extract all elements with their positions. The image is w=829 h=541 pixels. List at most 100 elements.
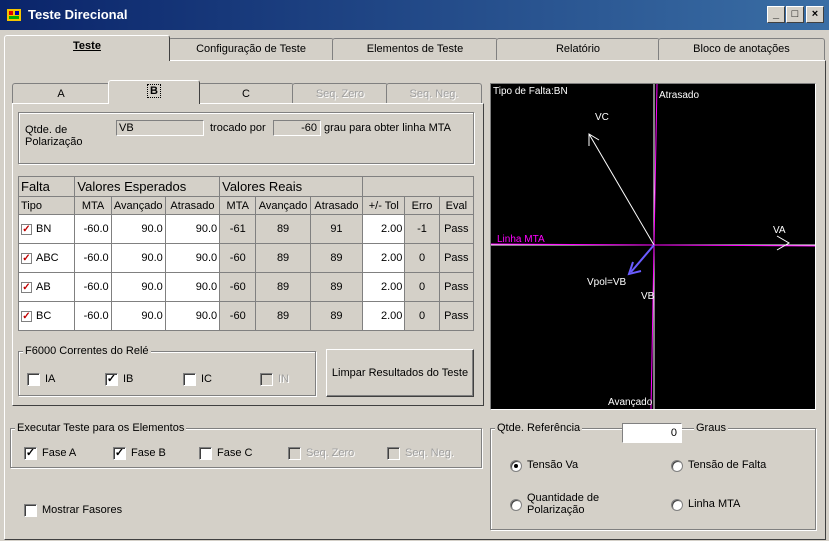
radio-tensao-va[interactable] xyxy=(510,460,522,472)
label-fase-b: Fase B xyxy=(131,447,166,459)
cell-adv[interactable]: 90.0 xyxy=(110,301,166,331)
cell-real-adv: 89 xyxy=(255,214,311,244)
check-icon: ✓ xyxy=(21,252,32,264)
cell-err: -1 xyxy=(404,214,440,244)
checkbox-ia[interactable] xyxy=(27,373,40,386)
tab-bloco-anotacoes[interactable]: Bloco de anotações xyxy=(658,38,825,60)
label-show-phasors: Mostrar Fasores xyxy=(42,504,123,516)
cell-real-lag: 89 xyxy=(309,243,364,273)
label-fase-a: Fase A xyxy=(42,447,77,459)
cell-eval: Pass xyxy=(438,301,475,331)
cell-adv[interactable]: 90.0 xyxy=(110,214,166,244)
cell-lag[interactable]: 90.0 xyxy=(164,301,221,331)
mta-line-label: Linha MTA xyxy=(497,234,545,245)
subtab-seq-neg[interactable]: Seq. Neg. xyxy=(386,83,482,103)
header-falta: Falta xyxy=(17,176,76,197)
checkbox-show-phasors[interactable] xyxy=(24,504,37,517)
label-linha-mta: Linha MTA xyxy=(688,498,741,510)
label-in: IN xyxy=(278,373,289,385)
cell-real-adv: 89 xyxy=(255,272,311,302)
cell-mta[interactable]: -60.0 xyxy=(74,272,112,302)
cell-mta[interactable]: -60.0 xyxy=(74,214,112,244)
cell-tol[interactable]: 2.00 xyxy=(362,301,406,331)
vc-phasor xyxy=(588,133,655,246)
cell-err: 0 xyxy=(404,272,440,302)
label-fase-c: Fase C xyxy=(217,447,253,459)
cell-tol[interactable]: 2.00 xyxy=(362,214,406,244)
cell-type[interactable]: ✓ ABC xyxy=(17,243,76,273)
vpol-label: Vpol=VB xyxy=(587,277,627,288)
tab-elementos[interactable]: Elementos de Teste xyxy=(332,38,498,60)
fault-type: AB xyxy=(36,281,51,293)
fault-type: ABC xyxy=(36,252,59,264)
reference-value-input[interactable]: 0 xyxy=(622,423,682,443)
col-eval: Eval xyxy=(438,196,475,215)
subtab-seq-zero[interactable]: Seq. Zero xyxy=(292,83,388,103)
tab-label: Teste xyxy=(73,40,101,52)
checkbox-in[interactable] xyxy=(260,373,273,386)
checkbox-seq-zero[interactable] xyxy=(288,447,301,460)
tab-relatorio[interactable]: Relatório xyxy=(496,38,660,60)
cell-type[interactable]: ✓ BN xyxy=(17,214,76,244)
window-title: Teste Direcional xyxy=(28,7,128,22)
cell-lag[interactable]: 90.0 xyxy=(164,214,221,244)
radio-polarizacao[interactable] xyxy=(510,499,522,511)
checkbox-fase-a[interactable]: ✓ xyxy=(24,447,37,460)
label-seq-zero: Seq. Zero xyxy=(306,447,355,459)
checkbox-fase-b[interactable]: ✓ xyxy=(113,447,126,460)
checkbox-ic[interactable] xyxy=(183,373,196,386)
table-row[interactable]: ✓ ABC -60.0 90.0 90.0 -60 89 89 2.00 0 Pa… xyxy=(17,243,475,273)
radio-tensao-falta[interactable] xyxy=(671,460,683,472)
va-arrowhead xyxy=(776,235,790,251)
cell-adv[interactable]: 90.0 xyxy=(110,272,166,302)
subtab-b[interactable]: B xyxy=(108,80,200,104)
cell-mta[interactable]: -60.0 xyxy=(74,243,112,273)
cell-type[interactable]: ✓ BC xyxy=(17,301,76,331)
label-tensao-falta: Tensão de Falta xyxy=(688,459,767,471)
table-row[interactable]: ✓ BC -60.0 90.0 90.0 -60 89 89 2.00 0 Pas… xyxy=(17,301,475,331)
subtab-a[interactable]: A xyxy=(12,83,110,103)
relay-currents-label: F6000 Correntes do Relé xyxy=(23,345,151,357)
checkbox-ib[interactable]: ✓ xyxy=(105,373,118,386)
cell-tol[interactable]: 2.00 xyxy=(362,243,406,273)
maximize-button[interactable]: □ xyxy=(786,6,804,23)
radio-linha-mta[interactable] xyxy=(671,499,683,511)
cell-type[interactable]: ✓ AB xyxy=(17,272,76,302)
tab-teste[interactable]: Teste xyxy=(4,35,170,61)
subtab-label: B xyxy=(147,84,161,98)
check-icon: ✓ xyxy=(21,310,32,322)
label-tensao-va: Tensão Va xyxy=(527,459,579,471)
check-icon: ✓ xyxy=(21,223,32,235)
cell-adv[interactable]: 90.0 xyxy=(110,243,166,273)
tab-configuracao[interactable]: Configuração de Teste xyxy=(168,38,334,60)
clear-results-button[interactable]: Limpar Resultados do Teste xyxy=(326,349,474,397)
table-row[interactable]: ✓ AB -60.0 90.0 90.0 -60 89 89 2.00 0 Pas… xyxy=(17,272,475,302)
phasor-svg xyxy=(491,84,815,409)
label-ic: IC xyxy=(201,373,212,385)
checkbox-fase-c[interactable] xyxy=(199,447,212,460)
col-mta: MTA xyxy=(74,196,112,215)
cell-real-lag: 89 xyxy=(309,301,364,331)
cell-lag[interactable]: 90.0 xyxy=(164,272,221,302)
header-expected: Valores Esperados xyxy=(74,176,221,197)
check-icon: ✓ xyxy=(21,281,32,293)
cell-mta[interactable]: -60.0 xyxy=(74,301,112,331)
label-polarizacao: Quantidade de Polarização xyxy=(527,492,600,516)
subtab-c[interactable]: C xyxy=(198,83,294,103)
checkbox-seq-neg[interactable] xyxy=(387,447,400,460)
col-real-avancado: Avançado xyxy=(255,196,311,215)
table-row[interactable]: ✓ BN -60.0 90.0 90.0 -61 89 91 2.00 -1 Pa… xyxy=(17,214,475,244)
minimize-button[interactable]: _ xyxy=(767,6,785,23)
col-atrasado: Atrasado xyxy=(164,196,221,215)
cell-eval: Pass xyxy=(438,214,475,244)
polarization-value: VB xyxy=(116,120,204,136)
vb-label: VB xyxy=(641,291,655,302)
cell-lag[interactable]: 90.0 xyxy=(164,243,221,273)
cell-real-lag: 89 xyxy=(309,272,364,302)
cell-tol[interactable]: 2.00 xyxy=(362,272,406,302)
close-button[interactable]: × xyxy=(806,6,824,23)
cell-real-mta: -60 xyxy=(219,243,257,273)
label-ia: IA xyxy=(45,373,56,385)
cell-eval: Pass xyxy=(438,272,475,302)
polarization-suffix: grau para obter linha MTA xyxy=(324,122,451,134)
